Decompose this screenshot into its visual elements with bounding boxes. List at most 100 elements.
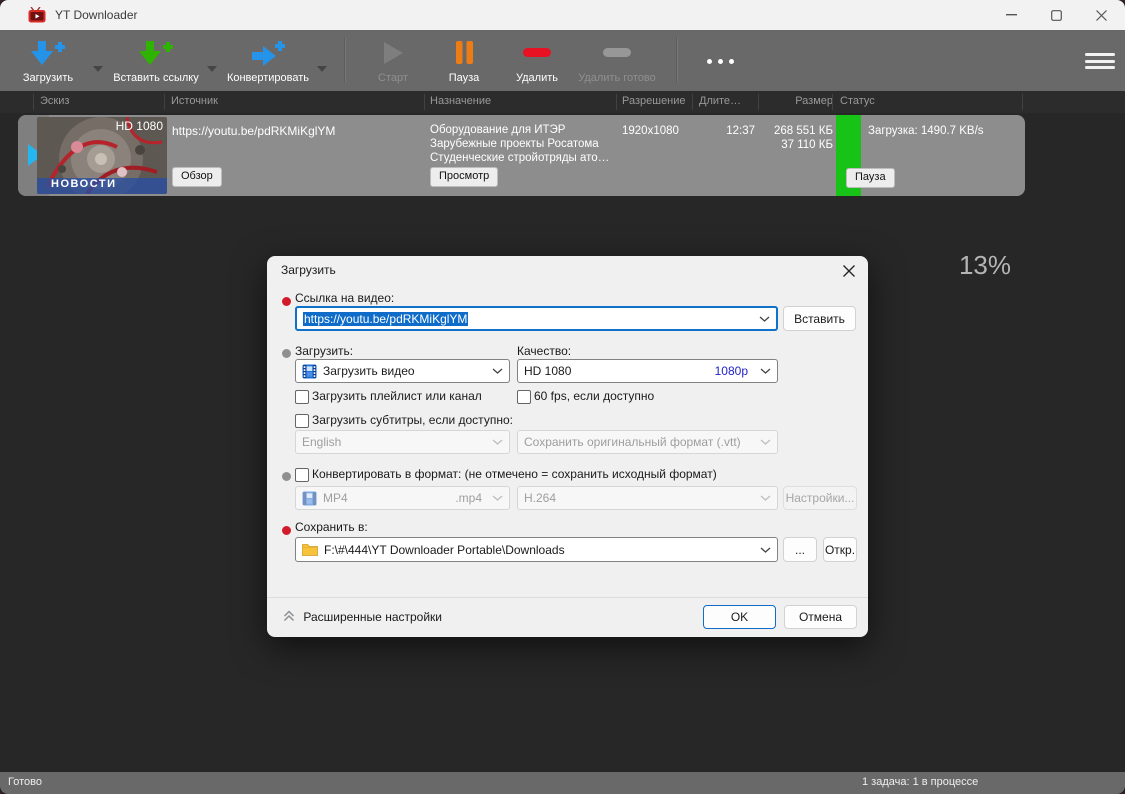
status-speed-text: Загрузка: 1490.7 KB/s bbox=[868, 125, 984, 137]
subtitles-language-value: English bbox=[302, 435, 342, 449]
double-chevron-up-icon bbox=[283, 610, 295, 622]
column-header-source[interactable]: Источник bbox=[171, 95, 218, 107]
optional-bullet bbox=[282, 472, 291, 481]
dialog-separator bbox=[267, 597, 868, 598]
title-bar: YT Downloader bbox=[0, 0, 1125, 30]
pause-button[interactable]: Пауза bbox=[434, 33, 494, 87]
chevron-down-icon bbox=[492, 439, 503, 445]
preview-button[interactable]: Просмотр bbox=[430, 167, 499, 187]
playlist-checkbox[interactable] bbox=[295, 390, 309, 404]
delete-button-label: Удалить bbox=[516, 72, 558, 84]
required-bullet bbox=[282, 526, 291, 535]
overview-button[interactable]: Обзор bbox=[172, 167, 222, 187]
chevron-down-icon bbox=[760, 368, 771, 374]
download-task-row[interactable]: HD 1080 НОВОСТИ https://youtu.be/pdRKMiK… bbox=[18, 115, 1025, 280]
size-downloaded-value: 37 110 КБ bbox=[781, 139, 833, 151]
thumbnail-quality-badge: HD 1080 bbox=[115, 119, 163, 133]
size-total-value: 268 551 КБ bbox=[773, 125, 833, 137]
download-button[interactable]: Загрузить bbox=[8, 33, 88, 87]
save-path-combobox[interactable]: F:\#\444\YT Downloader Portable\Download… bbox=[295, 537, 778, 562]
toolbar: Загрузить Вставить ссылку Конвертировать… bbox=[0, 30, 1125, 91]
convert-checkbox-label[interactable]: Конвертировать в формат: (не отмечено = … bbox=[312, 467, 717, 481]
menu-button[interactable] bbox=[1080, 43, 1120, 79]
chevron-down-icon bbox=[207, 66, 217, 72]
dialog-close-button[interactable] bbox=[839, 261, 859, 281]
download-dropdown-caret[interactable] bbox=[88, 42, 108, 82]
paste-link-button[interactable]: Вставить ссылку bbox=[110, 33, 202, 87]
ok-button[interactable]: OK bbox=[703, 605, 776, 629]
quality-value: HD 1080 bbox=[524, 364, 572, 378]
chevron-down-icon bbox=[760, 495, 771, 501]
paste-link-button-label: Вставить ссылку bbox=[113, 72, 199, 84]
close-window-button[interactable] bbox=[1078, 0, 1124, 30]
chevron-down-icon bbox=[492, 368, 503, 374]
cancel-button[interactable]: Отмена bbox=[784, 605, 857, 629]
minimize-button[interactable] bbox=[988, 0, 1034, 30]
film-icon bbox=[302, 363, 317, 379]
convert-ext-value: .mp4 bbox=[455, 491, 482, 505]
status-percent-text: 13% bbox=[958, 250, 1011, 280]
video-thumbnail[interactable]: HD 1080 НОВОСТИ bbox=[37, 117, 167, 194]
start-button: Старт bbox=[362, 33, 424, 87]
close-window-icon bbox=[1095, 9, 1107, 21]
chevron-down-icon[interactable] bbox=[760, 547, 771, 553]
column-header-size[interactable]: Размер bbox=[763, 95, 833, 107]
convert-codec-select: H.264 bbox=[517, 486, 778, 510]
maximize-button[interactable] bbox=[1033, 0, 1079, 30]
download-plus-icon bbox=[31, 33, 65, 72]
url-value: https://youtu.be/pdRKMiKglYM bbox=[303, 311, 469, 326]
convert-settings-button: Настройки... bbox=[783, 486, 857, 510]
paste-link-icon bbox=[139, 33, 173, 72]
download-dialog: Загрузить Ссылка на видео: https://youtu… bbox=[267, 256, 868, 637]
fps-checkbox[interactable] bbox=[517, 390, 531, 404]
download-mode-value: Загрузить видео bbox=[323, 364, 415, 378]
subtitles-checkbox-label[interactable]: Загрузить субтитры, если доступно: bbox=[312, 413, 513, 427]
status-ready-text: Готово bbox=[8, 776, 42, 788]
save-path-value: F:\#\444\YT Downloader Portable\Download… bbox=[324, 542, 565, 557]
pause-icon bbox=[455, 33, 474, 72]
column-header-duration[interactable]: Длите… bbox=[699, 95, 741, 107]
subtitles-checkbox[interactable] bbox=[295, 414, 309, 428]
download-mode-select[interactable]: Загрузить видео bbox=[295, 359, 510, 383]
delete-done-button-label: Удалить готово bbox=[578, 72, 656, 84]
subtitles-language-select: English bbox=[295, 430, 510, 454]
download-mode-label: Загрузить: bbox=[295, 344, 354, 358]
folder-icon bbox=[302, 544, 318, 556]
start-play-icon bbox=[382, 33, 404, 72]
status-tasks-text: 1 задача: 1 в процессе bbox=[862, 776, 979, 788]
column-header-status[interactable]: Статус bbox=[840, 95, 875, 107]
maximize-icon bbox=[1050, 9, 1062, 21]
convert-format-select: MP4 .mp4 bbox=[295, 486, 510, 510]
browse-folder-button[interactable]: ... bbox=[783, 537, 817, 562]
destination-line-3: Студенческие стройотряды ато… bbox=[430, 152, 610, 164]
destination-line-1: Оборудование для ИТЭР bbox=[430, 124, 566, 136]
close-icon bbox=[843, 265, 855, 277]
chevron-down-icon bbox=[760, 439, 771, 445]
column-header-thumbnail[interactable]: Эскиз bbox=[40, 95, 69, 107]
convert-button[interactable]: Конвертировать bbox=[224, 33, 312, 87]
convert-checkbox[interactable] bbox=[295, 468, 309, 482]
advanced-settings-toggle[interactable]: Расширенные настройки bbox=[283, 610, 442, 624]
playlist-checkbox-label[interactable]: Загрузить плейлист или канал bbox=[312, 389, 482, 403]
paste-link-dropdown-caret[interactable] bbox=[202, 42, 222, 82]
convert-plus-icon bbox=[251, 33, 285, 72]
column-header-resolution[interactable]: Разрешение bbox=[622, 95, 686, 107]
url-combobox[interactable]: https://youtu.be/pdRKMiKglYM bbox=[295, 306, 778, 331]
open-folder-button[interactable]: Откр. bbox=[823, 537, 857, 562]
chevron-down-icon[interactable] bbox=[759, 316, 770, 322]
resolution-value: 1920x1080 bbox=[622, 125, 679, 137]
more-actions-button[interactable] bbox=[692, 33, 748, 87]
download-button-label: Загрузить bbox=[22, 72, 74, 84]
delete-done-button: Удалить готово bbox=[572, 33, 662, 87]
save-to-label: Сохранить в: bbox=[295, 520, 368, 534]
subtitles-format-select: Сохранить оригинальный формат (.vtt) bbox=[517, 430, 778, 454]
fps-checkbox-label[interactable]: 60 fps, если доступно bbox=[534, 389, 654, 403]
row-pause-button[interactable]: Пауза bbox=[846, 168, 895, 188]
paste-url-button[interactable]: Вставить bbox=[783, 306, 856, 331]
delete-button[interactable]: Удалить bbox=[505, 33, 569, 87]
quality-select[interactable]: HD 1080 1080p bbox=[517, 359, 778, 383]
convert-dropdown-caret[interactable] bbox=[312, 42, 332, 82]
column-header-destination[interactable]: Назначение bbox=[430, 95, 491, 107]
advanced-settings-label: Расширенные настройки bbox=[303, 610, 442, 624]
quality-label: Качество: bbox=[517, 344, 572, 358]
